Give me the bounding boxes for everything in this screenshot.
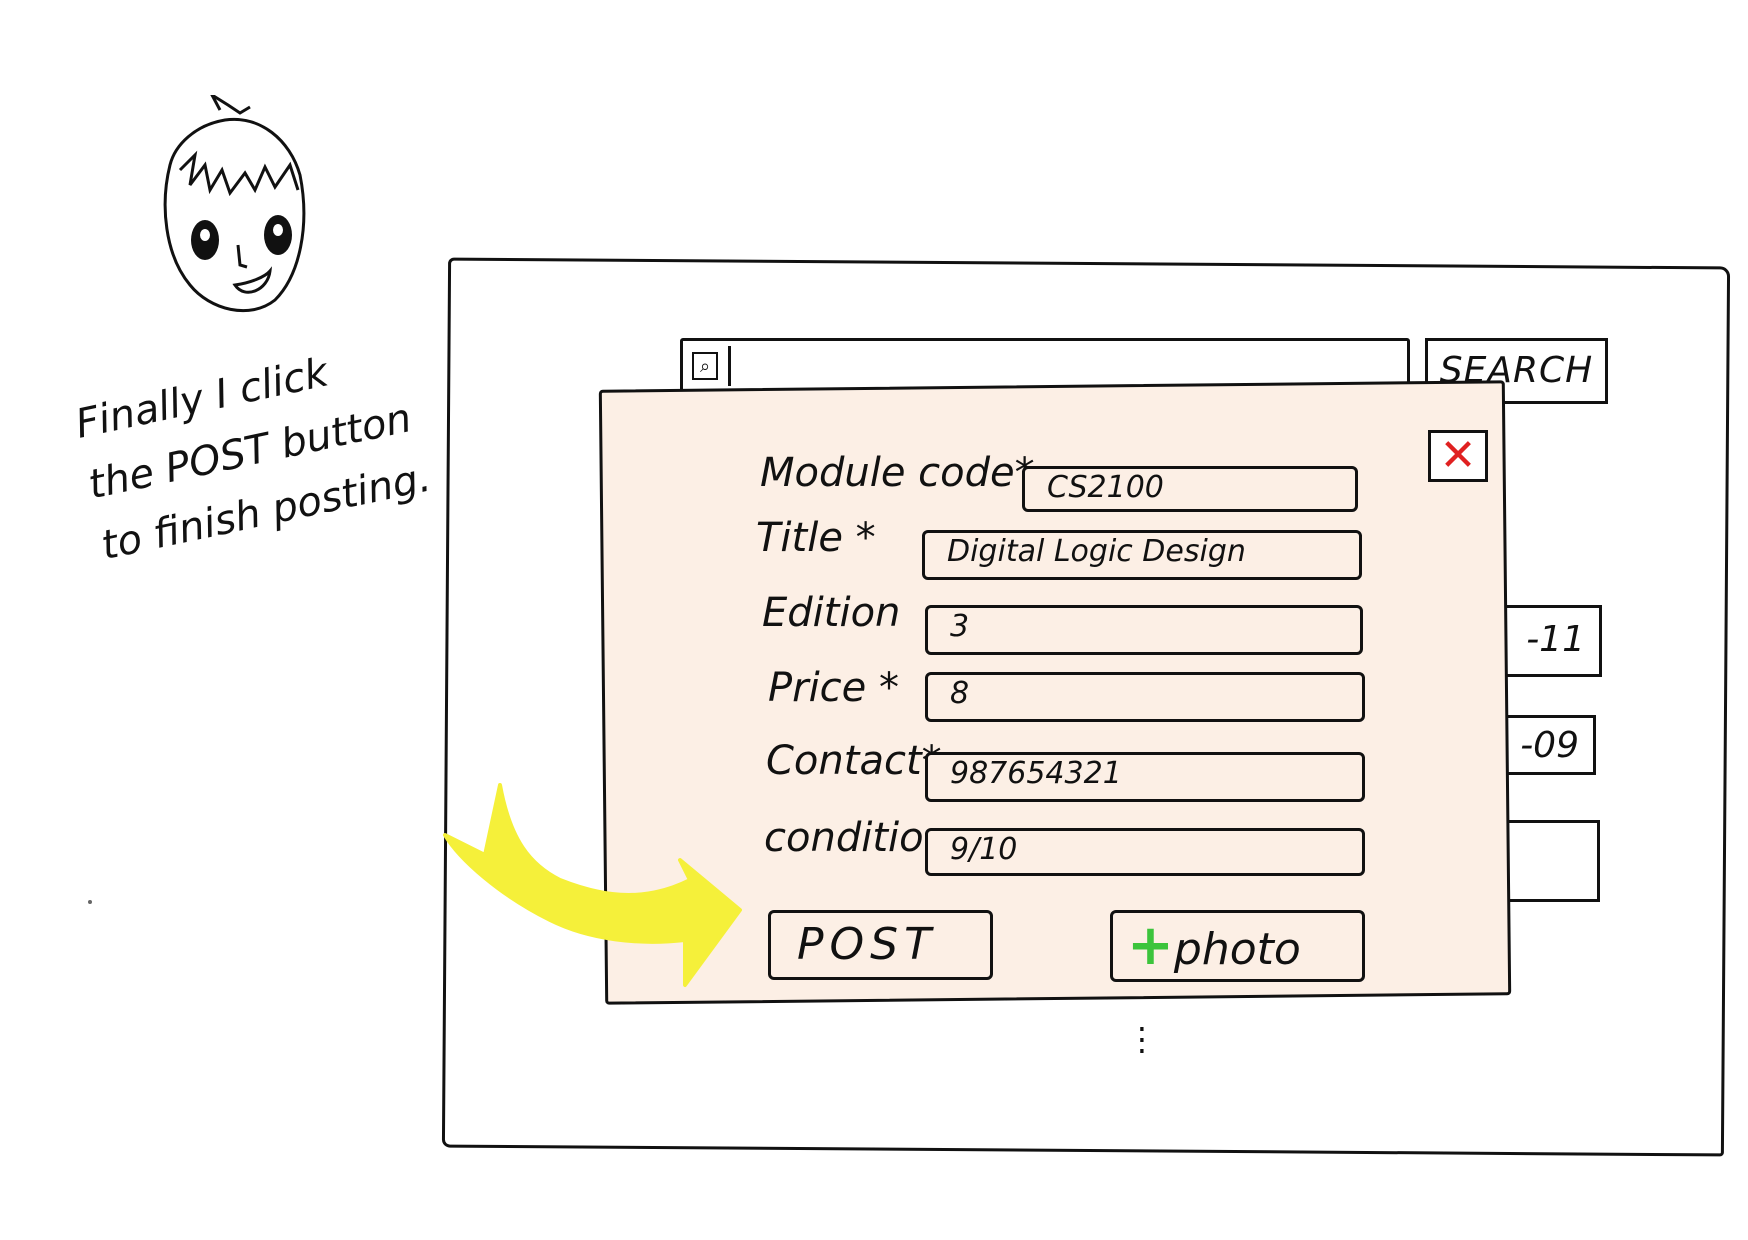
contact-field[interactable]: 987654321	[925, 752, 1365, 802]
list-item[interactable]: -09	[1500, 715, 1596, 775]
pointer-arrow-icon	[443, 783, 742, 987]
module-code-field[interactable]: CS2100	[1022, 466, 1358, 512]
add-photo-button[interactable]: +photo	[1110, 910, 1365, 982]
plus-icon: +	[1127, 913, 1174, 978]
photo-label: photo	[1173, 924, 1301, 975]
edition-field[interactable]: 3	[925, 605, 1363, 655]
title-field[interactable]: Digital Logic Design	[922, 530, 1362, 580]
contact-label: Contact*	[766, 738, 942, 784]
module-code-label: Module code*	[760, 450, 1035, 496]
edition-label: Edition	[762, 590, 901, 636]
list-item[interactable]: -11	[1500, 605, 1602, 677]
price-label: Price *	[768, 665, 899, 711]
list-item[interactable]	[1500, 820, 1600, 902]
stray-mark	[88, 900, 92, 904]
post-button[interactable]: POST	[768, 910, 993, 980]
close-button[interactable]: ✕	[1428, 430, 1488, 482]
price-field[interactable]: 8	[925, 672, 1365, 722]
close-icon: ✕	[1439, 430, 1477, 481]
title-label: Title *	[756, 515, 876, 561]
instruction-caption: Finally I click the POST button to finis…	[70, 316, 480, 577]
scroll-indicator: ⋮	[1126, 1020, 1158, 1058]
condition-label: condition	[764, 815, 949, 861]
search-icon: ⌕	[692, 352, 718, 380]
text-cursor	[728, 346, 731, 386]
condition-field[interactable]: 9/10	[925, 828, 1365, 876]
character-face-icon	[163, 95, 306, 313]
